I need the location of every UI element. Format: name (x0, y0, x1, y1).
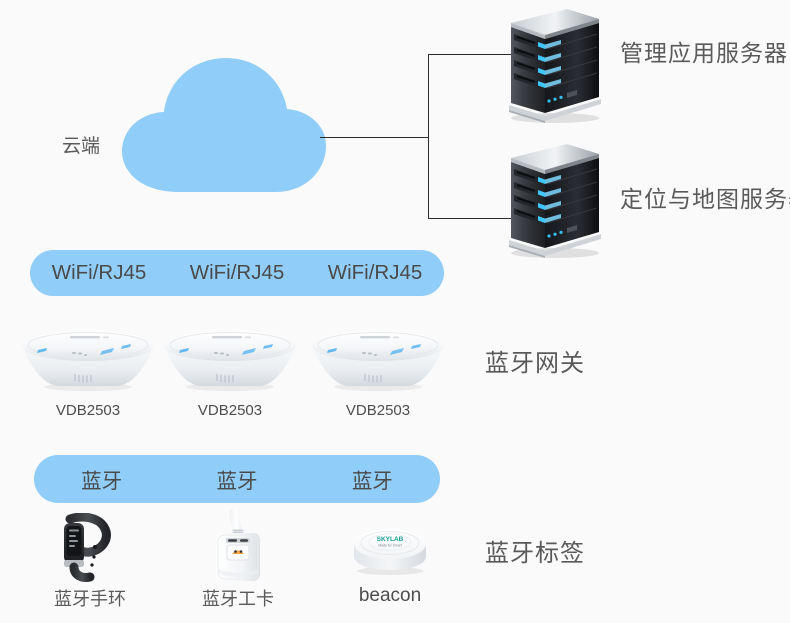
gateway-model-3: VDB2503 (345, 402, 411, 419)
gateway-device-2 (160, 330, 300, 392)
svg-text:Made for Smart: Made for Smart (378, 544, 401, 548)
gateway-model-2: VDB2503 (197, 402, 263, 419)
cloud-shape (118, 56, 330, 194)
tag-label-2: 蓝牙工卡 (202, 589, 274, 609)
bluetooth-beacon-puck-icon: SKYLAB Made for Smart (350, 524, 430, 576)
connector-to-server-1 (428, 54, 516, 55)
server-tower-2 (505, 140, 603, 258)
gateway-device-1 (18, 330, 158, 392)
wifi-rj45-label-2: WiFi/RJ45 (189, 261, 285, 284)
wifi-rj45-label-3: WiFi/RJ45 (327, 261, 423, 284)
bluetooth-label-1: 蓝牙 (81, 470, 123, 493)
bluetooth-wristband-icon (48, 512, 132, 583)
diagram-canvas: 云端 管理应用服务器 定位与地图服务 WiFi/RJ45 WiFi/RJ45 W… (0, 0, 790, 623)
beacon-brand-text: SKYLAB (377, 536, 404, 543)
tag-label-1: 蓝牙手环 (54, 589, 126, 609)
server-label-2: 定位与地图服务器 (620, 186, 790, 212)
gateway-device-3 (308, 330, 448, 392)
tag-group-label: 蓝牙标签 (485, 540, 585, 567)
server-tower-1 (505, 5, 603, 123)
bluetooth-work-badge-icon (206, 509, 270, 583)
connector-cloud-to-junction (320, 137, 428, 138)
cloud-label: 云端 (62, 136, 101, 157)
bluetooth-label-2: 蓝牙 (216, 470, 258, 493)
tag-label-3: beacon (358, 585, 422, 606)
wifi-rj45-label-1: WiFi/RJ45 (51, 261, 147, 284)
gateway-model-1: VDB2503 (55, 402, 121, 419)
bluetooth-label-3: 蓝牙 (351, 470, 393, 493)
gateway-group-label: 蓝牙网关 (485, 350, 585, 377)
connector-vertical-trunk (428, 54, 429, 218)
wifi-rj45-band: WiFi/RJ45 WiFi/RJ45 WiFi/RJ45 (30, 250, 444, 296)
server-label-1: 管理应用服务器 (620, 40, 788, 66)
connector-to-server-2 (428, 218, 516, 219)
bluetooth-band: 蓝牙 蓝牙 蓝牙 (34, 455, 440, 503)
